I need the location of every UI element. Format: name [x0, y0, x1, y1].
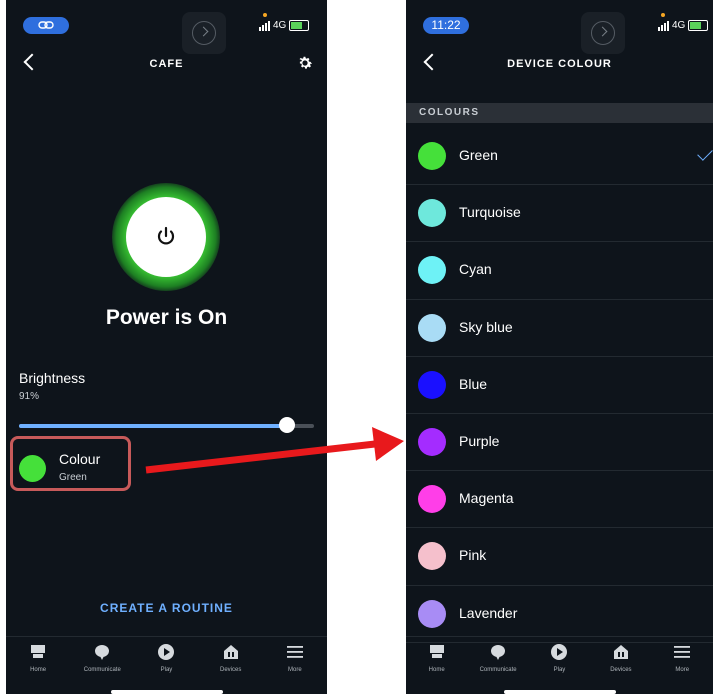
page-title: CAFE	[149, 58, 184, 70]
chat-bubble-icon	[95, 645, 110, 660]
nav-label: More	[288, 667, 302, 673]
create-routine-link[interactable]: CREATE A ROUTINE	[6, 601, 327, 615]
network-type: 4G	[672, 20, 686, 31]
nav-more[interactable]: More	[265, 637, 325, 694]
power-status-label: Power is On	[105, 306, 228, 329]
colour-swatch	[418, 485, 446, 514]
colour-option[interactable]: Lavender	[406, 586, 713, 643]
colour-option[interactable]: Cyan	[406, 242, 713, 300]
network-type: 4G	[273, 20, 287, 31]
brightness-label: Brightness	[19, 370, 86, 386]
colour-option-label: Lavender	[459, 604, 518, 621]
colour-list: Green Turquoise Cyan Sky blue Blue Purple Mage…	[406, 128, 713, 643]
nav-more[interactable]: More	[652, 637, 712, 694]
link-icon	[38, 21, 54, 29]
signal-bars-icon	[259, 20, 270, 31]
power-icon	[157, 226, 175, 245]
colour-option-label: Green	[459, 147, 498, 163]
colour-option-label: Blue	[459, 375, 488, 392]
battery-icon	[289, 20, 310, 31]
nav-play[interactable]: Play	[529, 637, 589, 694]
nav-home[interactable]: Home	[407, 637, 467, 694]
devices-icon	[223, 645, 238, 659]
play-icon	[551, 644, 568, 660]
section-header: COLOURS	[406, 103, 713, 123]
menu-icon	[674, 646, 691, 658]
nav-label: Communicate	[479, 667, 517, 673]
battery-icon	[688, 20, 709, 31]
signal-status: 4G	[259, 20, 310, 31]
home-indicator	[503, 690, 616, 694]
colour-option[interactable]: Magenta	[406, 471, 713, 529]
colour-option[interactable]: Blue	[406, 357, 713, 414]
colour-swatch	[418, 370, 446, 399]
nav-label: Communicate	[83, 667, 121, 673]
nav-communicate[interactable]: Communicate	[72, 637, 132, 694]
nav-play[interactable]: Play	[136, 637, 196, 694]
home-icon	[31, 645, 46, 658]
bottom-nav: Home Communicate Play Devices More	[6, 636, 327, 694]
colour-option-label: Magenta	[459, 490, 514, 507]
nav-communicate[interactable]: Communicate	[468, 637, 528, 694]
colour-swatch	[418, 427, 446, 456]
device-detail-screen: 4G CAFE Power is On Brightness 91% Colou…	[6, 0, 327, 694]
nav-label: Home	[428, 667, 445, 673]
page-title: DEVICE COLOUR	[507, 58, 612, 70]
devices-icon	[613, 645, 628, 659]
privacy-indicator	[661, 13, 665, 17]
colour-swatch	[418, 142, 446, 170]
nav-label: Devices	[219, 667, 242, 673]
nav-devices[interactable]: Devices	[201, 637, 261, 694]
nav-label: Home	[30, 667, 47, 673]
colour-swatch	[418, 542, 446, 571]
colour-option-label: Cyan	[459, 261, 492, 278]
status-bar: 11:22 4G	[406, 0, 713, 54]
colour-option[interactable]: Pink	[406, 528, 713, 586]
signal-bars-icon	[658, 20, 669, 31]
clock-pill: 11:22	[423, 17, 469, 34]
brightness-slider[interactable]	[19, 417, 314, 433]
link-pill[interactable]	[23, 17, 69, 34]
colour-option-label: Purple	[459, 432, 500, 449]
nav-home[interactable]: Home	[8, 637, 68, 694]
colour-swatch	[418, 599, 446, 628]
floating-overlay-button[interactable]	[182, 12, 226, 54]
signal-status: 4G	[658, 20, 709, 31]
floating-overlay-button[interactable]	[581, 12, 625, 54]
play-icon	[158, 644, 175, 660]
colour-swatch	[418, 256, 446, 285]
nav-devices[interactable]: Devices	[591, 637, 651, 694]
brightness-value: 91%	[19, 391, 40, 402]
brightness-slider-fill	[19, 424, 288, 428]
status-bar: 4G	[6, 0, 327, 54]
colour-option[interactable]: Green	[406, 128, 713, 186]
home-indicator	[110, 690, 223, 694]
colour-swatch	[418, 199, 446, 228]
device-colour-screen: 11:22 4G DEVICE COLOUR COLOURS Green Turq…	[406, 0, 713, 694]
settings-gear-icon[interactable]	[296, 54, 314, 72]
nav-label: Play	[553, 667, 566, 673]
privacy-indicator	[263, 13, 267, 17]
nav-label: More	[675, 667, 690, 673]
nav-label: Play	[160, 667, 173, 673]
menu-icon	[286, 646, 303, 658]
colour-option[interactable]: Purple	[406, 414, 713, 472]
colour-option[interactable]: Turquoise	[406, 185, 713, 243]
colour-option[interactable]: Sky blue	[406, 300, 713, 357]
power-toggle-button[interactable]	[126, 197, 206, 277]
colour-swatch	[418, 313, 446, 342]
chat-bubble-icon	[491, 645, 506, 660]
colour-option-label: Turquoise	[459, 204, 521, 221]
checkmark-icon	[697, 145, 713, 161]
colour-option-label: Sky blue	[459, 318, 513, 335]
home-icon	[429, 645, 444, 658]
nav-label: Devices	[610, 667, 632, 673]
brightness-slider-thumb[interactable]	[279, 417, 296, 433]
bottom-nav: Home Communicate Play Devices More	[406, 636, 713, 694]
highlight-box	[10, 436, 131, 491]
colour-option-label: Pink	[459, 547, 487, 564]
